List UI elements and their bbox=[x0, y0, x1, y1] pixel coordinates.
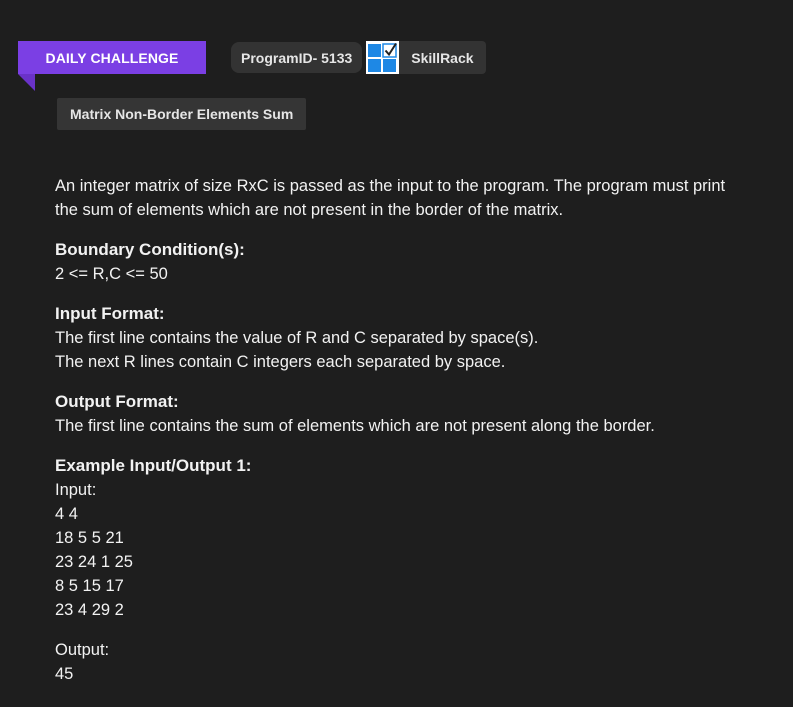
skillrack-brand[interactable]: SkillRack bbox=[366, 41, 486, 74]
example-input-line: 18 5 5 21 bbox=[55, 529, 124, 547]
skillrack-logo-icon bbox=[366, 41, 400, 74]
description-line: An integer matrix of size RxC is passed … bbox=[55, 177, 726, 195]
input-format-line: The first line contains the value of R a… bbox=[55, 329, 539, 347]
program-id-label: ProgramID- 5133 bbox=[241, 49, 353, 66]
daily-challenge-ribbon: DAILY CHALLENGE bbox=[18, 41, 206, 91]
program-id-badge: ProgramID- 5133 bbox=[231, 42, 363, 73]
example-heading: Example Input/Output 1: bbox=[55, 456, 252, 475]
ribbon-label: DAILY CHALLENGE bbox=[45, 49, 179, 66]
problem-description: An integer matrix of size RxC is passed … bbox=[55, 174, 785, 222]
input-format-section: Input Format: The first line contains th… bbox=[55, 302, 785, 374]
input-format-heading: Input Format: bbox=[55, 304, 165, 323]
problem-title: Matrix Non-Border Elements Sum bbox=[70, 106, 294, 122]
example-input-label: Input: bbox=[55, 481, 97, 499]
boundary-text: 2 <= R,C <= 50 bbox=[55, 265, 168, 283]
example-input-line: 23 24 1 25 bbox=[55, 553, 133, 571]
boundary-heading: Boundary Condition(s): bbox=[55, 240, 245, 259]
input-format-line: The next R lines contain C integers each… bbox=[55, 353, 506, 371]
example-output-label: Output: bbox=[55, 641, 110, 659]
brand-name: SkillRack bbox=[411, 49, 474, 66]
problem-statement: An integer matrix of size RxC is passed … bbox=[55, 174, 785, 686]
header-bar: DAILY CHALLENGE ProgramID- 5133 SkillRac… bbox=[18, 41, 486, 91]
description-line: the sum of elements which are not presen… bbox=[55, 201, 564, 219]
example-input-line: 23 4 29 2 bbox=[55, 601, 124, 619]
output-format-text: The first line contains the sum of eleme… bbox=[55, 417, 655, 435]
output-format-heading: Output Format: bbox=[55, 392, 179, 411]
example-section: Example Input/Output 1: Input: 4 4 18 5 … bbox=[55, 454, 785, 622]
example-output-section: Output: 45 bbox=[55, 638, 785, 686]
output-format-section: Output Format: The first line contains t… bbox=[55, 390, 785, 438]
example-input-line: 4 4 bbox=[55, 505, 78, 523]
example-output-value: 45 bbox=[55, 665, 74, 683]
problem-title-chip: Matrix Non-Border Elements Sum bbox=[57, 98, 307, 130]
example-input-line: 8 5 15 17 bbox=[55, 577, 124, 595]
boundary-section: Boundary Condition(s): 2 <= R,C <= 50 bbox=[55, 238, 785, 286]
